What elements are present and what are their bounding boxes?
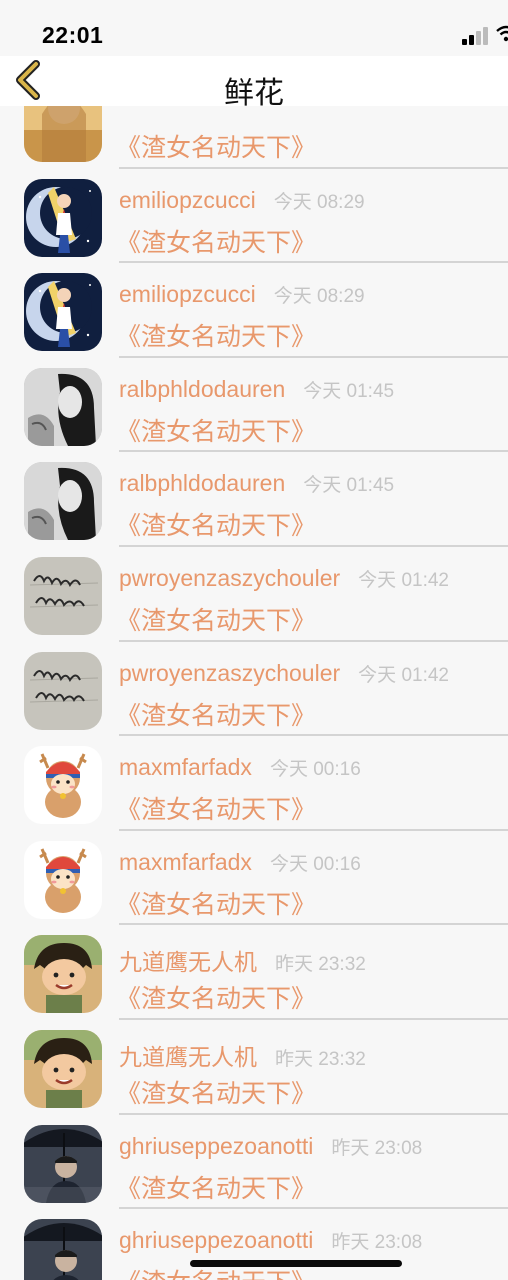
avatar[interactable] bbox=[24, 1029, 102, 1108]
nav-bar: 鲜花 bbox=[0, 56, 508, 111]
avatar[interactable] bbox=[24, 273, 102, 352]
list-item[interactable]: ghriuseppezoanotti昨天 23:08《渣女名动天下》 bbox=[0, 1203, 508, 1280]
status-time: 22:01 bbox=[42, 22, 104, 48]
list-item[interactable]: emiliopzcucci 今天 08:29 《渣女名动天下》 bbox=[0, 257, 508, 358]
item-header: pwroyenzaszychouler 今天 01:42 bbox=[119, 565, 508, 595]
avatar-image bbox=[24, 178, 102, 257]
item-header: ghriuseppezoanotti 昨天 23:08 bbox=[119, 1133, 508, 1163]
list-item[interactable]: pwroyenzaszychouler 今天 01:42 《渣女名动天下》 bbox=[0, 636, 508, 737]
avatar[interactable] bbox=[24, 1219, 102, 1280]
gift-name: 《渣女名动天下》 bbox=[116, 984, 317, 1014]
username[interactable]: 九道鹰无人机 bbox=[119, 1038, 257, 1072]
username[interactable]: pwroyenzaszychouler bbox=[119, 565, 340, 592]
list-item[interactable]: maxmfarfadx 今天 00:16 《渣女名动天下》 bbox=[0, 730, 508, 831]
list-item[interactable]: ralbphldodauren 今天 01:45 《渣女名动天下》 bbox=[0, 352, 508, 453]
item-header: 九道鹰无人机 昨天 23:32 bbox=[119, 1038, 508, 1070]
gift-name: 《渣女名动天下》 bbox=[116, 700, 317, 730]
gift-name: 《渣女名动天下》 bbox=[116, 133, 317, 162]
gift-name: 《渣女名动天下》 bbox=[116, 322, 317, 352]
avatar-image bbox=[24, 746, 102, 825]
item-header: 九道鹰无人机 昨天 23:32 bbox=[119, 943, 508, 976]
item-header: maxmfarfadx 今天 00:16 bbox=[119, 754, 508, 784]
timestamp: 今天 08:29 bbox=[273, 191, 365, 213]
gift-name: 《渣女名动天下》 bbox=[116, 889, 317, 919]
timestamp: 今天 01:42 bbox=[358, 664, 449, 686]
list-item[interactable]: maxmfarfadx 今天 00:16 《渣女名动天下》 bbox=[0, 825, 508, 926]
avatar[interactable] bbox=[24, 746, 102, 825]
gift-name: 《渣女名动天下》 bbox=[116, 416, 317, 446]
list-item[interactable]: 《渣女名动天下》 bbox=[0, 106, 508, 169]
avatar-image bbox=[24, 273, 102, 352]
item-header: maxmfarfadx 今天 00:16 bbox=[119, 849, 508, 879]
timestamp: 昨天 23:32 bbox=[275, 954, 366, 976]
username[interactable]: pwroyenzaszychouler bbox=[119, 660, 340, 687]
avatar-image bbox=[24, 1029, 102, 1108]
list-item[interactable]: 九道鹰无人机 昨天 23:32 《渣女名动天下》 bbox=[0, 919, 508, 1020]
timestamp: 昨天 23:32 bbox=[275, 1048, 366, 1070]
timestamp: 今天 01:45 bbox=[303, 475, 395, 497]
timestamp: 今天 08:29 bbox=[273, 286, 365, 308]
avatar[interactable] bbox=[24, 178, 102, 257]
gift-name: 《渣女名动天下》 bbox=[116, 1173, 317, 1203]
signal-icon bbox=[462, 26, 490, 45]
username[interactable]: emiliopzcucci bbox=[119, 281, 256, 308]
username[interactable]: emiliopzcucci bbox=[119, 187, 256, 214]
avatar-image bbox=[24, 556, 102, 635]
home-indicator[interactable] bbox=[190, 1260, 402, 1267]
username[interactable]: maxmfarfadx bbox=[119, 849, 252, 876]
avatar[interactable] bbox=[24, 462, 102, 541]
avatar[interactable] bbox=[24, 1124, 102, 1203]
gift-name: 《渣女名动天下》 bbox=[116, 511, 317, 541]
avatar-image bbox=[24, 106, 102, 162]
timestamp: 今天 01:45 bbox=[303, 380, 395, 402]
gift-name: 《渣女名动天下》 bbox=[116, 227, 317, 257]
avatar-image bbox=[24, 651, 102, 730]
avatar[interactable] bbox=[24, 840, 102, 919]
item-header: ghriuseppezoanotti 昨天 23:08 bbox=[119, 1227, 508, 1257]
timestamp: 昨天 23:08 bbox=[331, 1137, 423, 1159]
avatar-image bbox=[24, 462, 102, 541]
avatar-image bbox=[24, 367, 102, 446]
timestamp: 今天 00:16 bbox=[269, 853, 361, 875]
username[interactable]: ghriuseppezoanotti bbox=[119, 1133, 313, 1160]
item-header bbox=[119, 106, 508, 122]
avatar[interactable] bbox=[24, 556, 102, 635]
item-header: emiliopzcucci 今天 08:29 bbox=[119, 281, 508, 311]
item-header: emiliopzcucci 今天 08:29 bbox=[119, 187, 508, 217]
list-item[interactable]: ghriuseppezoanotti 昨天 23:08 《渣女名动天下》 bbox=[0, 1109, 508, 1210]
avatar[interactable] bbox=[24, 935, 102, 1014]
wifi-icon bbox=[496, 25, 508, 42]
item-header: ralbphldodauren 今天 01:45 bbox=[119, 470, 508, 500]
item-header: ralbphldodauren 今天 01:45 bbox=[119, 376, 508, 406]
list-item[interactable]: 九道鹰无人机 昨天 23:32 《渣女名动天下》 bbox=[0, 1014, 508, 1115]
gift-name: 《渣女名动天下》 bbox=[116, 605, 317, 635]
username[interactable]: ghriuseppezoanotti bbox=[119, 1227, 313, 1254]
timestamp: 今天 01:42 bbox=[358, 569, 449, 591]
username[interactable]: ralbphldodauren bbox=[119, 376, 285, 403]
username[interactable]: maxmfarfadx bbox=[119, 754, 252, 781]
username[interactable]: 九道鹰无人机 bbox=[119, 943, 257, 977]
avatar[interactable] bbox=[24, 367, 102, 446]
list-item[interactable]: pwroyenzaszychouler 今天 01:42 《渣女名动天下》 bbox=[0, 541, 508, 642]
gift-name: 《渣女名动天下》 bbox=[116, 795, 317, 825]
avatar-image bbox=[24, 935, 102, 1014]
avatar-image bbox=[24, 1124, 102, 1203]
avatar[interactable] bbox=[24, 106, 102, 162]
status-bar: 22:01 bbox=[0, 0, 508, 56]
gift-list[interactable]: 《渣女名动天下》 emiliopzcucci 今天 08:29 《渣女名动天下》 emi… bbox=[0, 106, 508, 1280]
avatar-image bbox=[24, 1219, 102, 1280]
username[interactable]: ralbphldodauren bbox=[119, 470, 285, 497]
avatar-image bbox=[24, 840, 102, 919]
item-header: pwroyenzaszychouler 今天 01:42 bbox=[119, 660, 508, 690]
timestamp: 今天 00:16 bbox=[269, 759, 361, 781]
avatar[interactable] bbox=[24, 651, 102, 730]
list-item[interactable]: ralbphldodauren 今天 01:45 《渣女名动天下》 bbox=[0, 446, 508, 547]
gift-name: 《渣女名动天下》 bbox=[116, 1078, 317, 1108]
timestamp: 昨天 23:08 bbox=[331, 1232, 423, 1254]
list-item[interactable]: emiliopzcucci 今天 08:29 《渣女名动天下》 bbox=[0, 163, 508, 264]
